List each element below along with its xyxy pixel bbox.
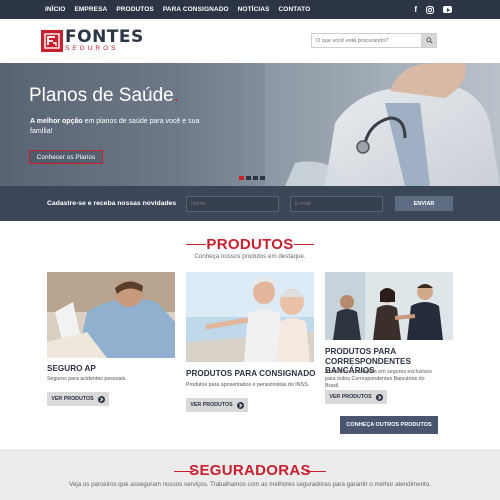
button-label: VER PRODUTOS	[190, 402, 233, 408]
button-label: VER PRODUTOS	[51, 396, 94, 402]
social-links: f	[414, 0, 452, 19]
slider-dots	[239, 176, 265, 180]
correspondentes-image	[325, 272, 453, 340]
search-input[interactable]	[311, 33, 422, 48]
product-card-title: SEGURO AP	[47, 364, 96, 373]
doctor-photo	[265, 63, 500, 186]
slider-dot[interactable]	[260, 176, 265, 180]
search-button[interactable]	[422, 33, 437, 48]
nav-item-noticias[interactable]: NOTÍCIAS	[238, 6, 270, 13]
product-card-desc: Produtos para aposentados e pensionistas…	[186, 382, 310, 388]
arrow-right-icon	[375, 393, 383, 401]
youtube-icon[interactable]	[443, 6, 452, 13]
arrow-right-icon	[236, 401, 244, 409]
instagram-icon[interactable]	[426, 5, 434, 14]
partners-title: SEGURADORAS	[189, 462, 311, 479]
search-bar	[311, 33, 437, 48]
consignado-image	[186, 272, 314, 362]
logo-name: FONTES	[65, 27, 144, 47]
hero-banner: Planos de Saúde. A melhor opção em plano…	[0, 63, 500, 186]
product-card-desc: As melhores soluções em seguros exclusiv…	[325, 369, 432, 389]
search-icon	[425, 37, 433, 44]
hero-subtitle-bold: A melhor opção	[30, 118, 83, 125]
newsletter-email-input[interactable]	[290, 196, 383, 212]
nav-item-para-consignado[interactable]: PARA CONSIGNADO	[163, 6, 229, 13]
ver-produtos-button[interactable]: VER PRODUTOS	[47, 392, 109, 406]
site-logo[interactable]: FONTES SEGUROS	[41, 29, 144, 53]
newsletter-submit-button[interactable]: ENVIAR	[395, 196, 453, 211]
products-title: PRODUTOS	[206, 236, 294, 253]
ver-produtos-button[interactable]: VER PRODUTOS	[325, 390, 387, 404]
product-card-title: PRODUTOS PARA CONSIGNADO	[186, 369, 316, 378]
title-divider-right	[294, 244, 314, 245]
nav-item-produtos[interactable]: PRODUTOS	[116, 6, 154, 13]
newsletter-bar: Cadastre-se e receba nossas novidades EN…	[0, 186, 500, 221]
hero-cta-button[interactable]: Conhecer os Planos	[29, 150, 103, 164]
products-subtitle: Conheça nossos produtos em destaque.	[194, 253, 306, 260]
newsletter-name-input[interactable]	[186, 196, 279, 212]
seguro-ap-image	[47, 272, 175, 358]
hero-title: Planos de Saúde.	[29, 85, 179, 107]
hero-title-dot: .	[173, 85, 180, 106]
nav-item-inicio[interactable]: INÍCIO	[45, 6, 65, 13]
logo-mark-icon	[41, 29, 63, 52]
title-divider-right	[306, 471, 326, 472]
main-menu: INÍCIO EMPRESA PRODUTOS PARA CONSIGNADO …	[45, 0, 310, 19]
slider-dot[interactable]	[239, 176, 244, 180]
slider-dot[interactable]	[246, 176, 251, 180]
newsletter-label: Cadastre-se e receba nossas novidades	[47, 200, 177, 207]
hero-subtitle: A melhor opção em planos de saúde para v…	[30, 117, 200, 136]
facebook-icon[interactable]: f	[414, 5, 417, 14]
nav-item-empresa[interactable]: EMPRESA	[74, 6, 107, 13]
ver-produtos-button[interactable]: VER PRODUTOS	[186, 398, 248, 412]
arrow-right-icon	[97, 395, 105, 403]
hero-title-text: Planos de Saúde	[29, 85, 174, 106]
partners-subtitle: Veja os parceiros que asseguram nossos s…	[69, 481, 431, 488]
site-header: FONTES SEGUROS	[0, 19, 500, 63]
nav-item-contato[interactable]: CONTATO	[279, 6, 311, 13]
top-navbar: INÍCIO EMPRESA PRODUTOS PARA CONSIGNADO …	[0, 0, 500, 19]
products-heading: PRODUTOS	[0, 236, 500, 254]
slider-dot[interactable]	[253, 176, 258, 180]
button-label: VER PRODUTOS	[329, 394, 372, 400]
product-card-desc: Seguros para acidentes pessoais.	[47, 376, 127, 382]
partners-heading: SEGURADORAS	[0, 462, 500, 480]
more-products-button[interactable]: CONHEÇA OUTROS PRODUTOS	[340, 416, 438, 434]
